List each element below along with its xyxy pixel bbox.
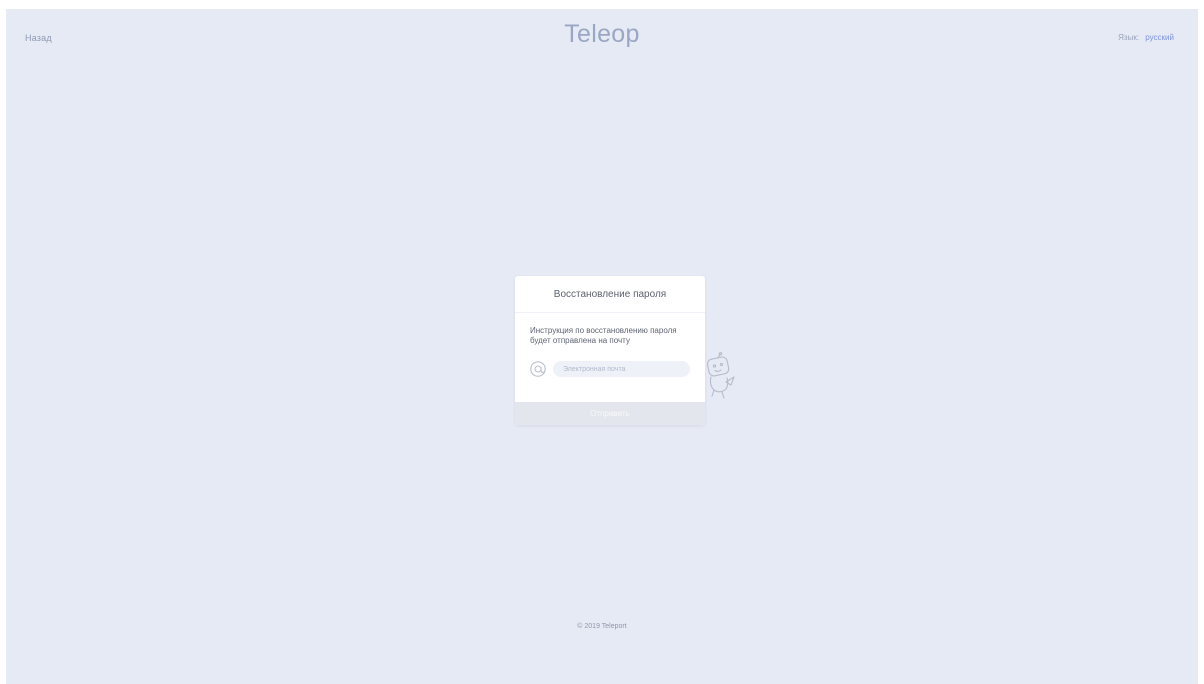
brand-logo: Teleop <box>564 20 640 48</box>
language-value-link[interactable]: русский <box>1145 33 1174 42</box>
at-sign-icon <box>529 360 547 378</box>
email-input[interactable] <box>553 361 690 377</box>
page-background: Назад Teleop Язык: русский Восстановлени… <box>6 9 1198 684</box>
copyright-footer: © 2019 Teleport <box>577 623 627 630</box>
email-row <box>529 360 693 378</box>
robot-mascot-icon <box>702 352 748 402</box>
submit-button[interactable]: Отправить <box>515 402 705 425</box>
password-recovery-card: Восстановление пароля Инструкция по восс… <box>515 276 705 425</box>
language-selector: Язык: русский <box>1118 33 1174 42</box>
language-label: Язык: <box>1118 33 1140 42</box>
card-title: Восстановление пароля <box>515 276 705 313</box>
card-description: Инструкция по восстановлению пароля буде… <box>530 326 677 345</box>
